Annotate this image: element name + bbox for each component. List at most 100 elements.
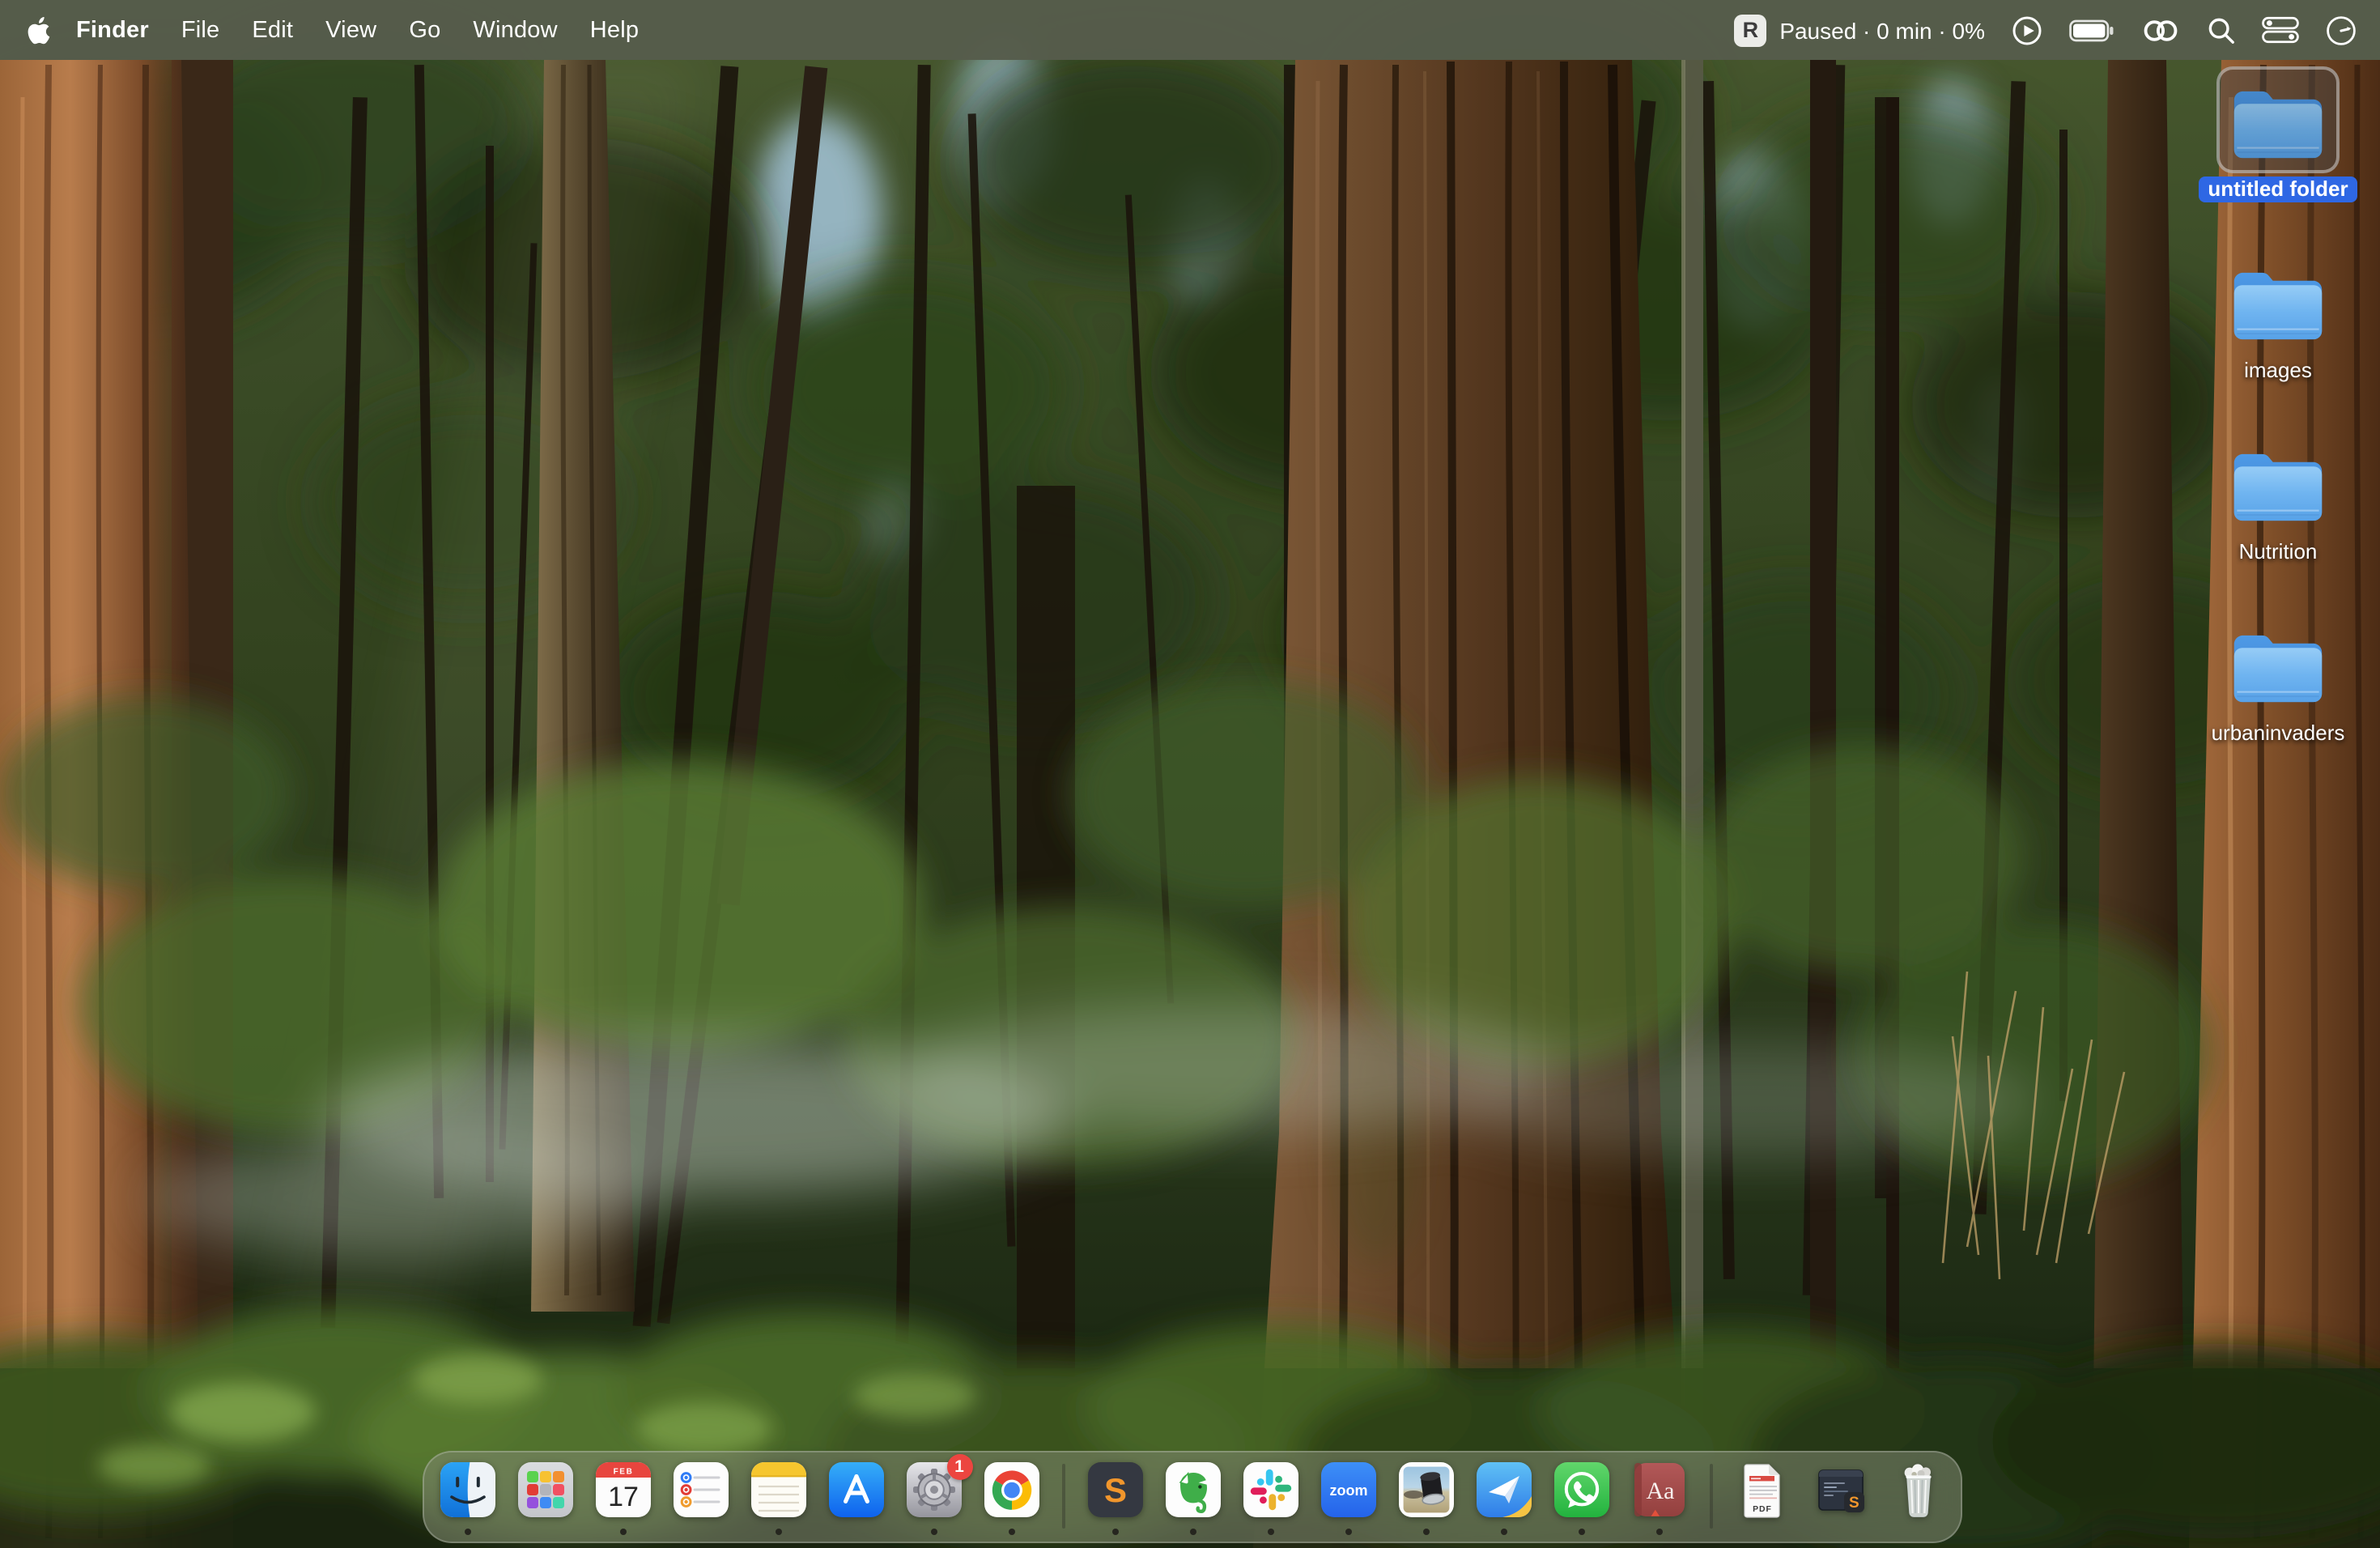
notification-badge: 1 [946,1454,972,1480]
dock-preview[interactable] [1396,1461,1455,1542]
whatsapp-icon [1552,1461,1610,1519]
dock-sublime-minimized-window[interactable]: S [1811,1461,1869,1542]
dock-chrome[interactable] [982,1461,1040,1542]
desktop-icon-column: untitled folder images Nutrition urbanin… [2189,66,2367,792]
sublime-window-icon: S [1811,1461,1869,1519]
slack-icon [1241,1461,1299,1519]
zoom-icon: zoom [1319,1461,1377,1519]
calendar-icon: FEB 17 [593,1461,652,1519]
running-indicator [619,1529,626,1535]
svg-text:zoom: zoom [1329,1482,1367,1499]
dock-pdf-document[interactable]: PDF [1733,1461,1791,1542]
preview-icon [1396,1461,1455,1519]
folder-icon-wrap[interactable] [2216,248,2340,355]
folder-label[interactable]: urbaninvaders [2202,721,2355,746]
time-tracker-status[interactable]: R Paused · 0 min · 0% [1734,14,1985,46]
svg-text:PDF: PDF [1752,1505,1771,1514]
reminders-icon [671,1461,729,1519]
apple-logo-icon [26,15,50,45]
evernote-icon [1163,1461,1222,1519]
dock-finder[interactable] [438,1461,496,1542]
desktop-folder-urbaninvaders[interactable]: urbaninvaders [2189,610,2367,792]
running-indicator [1500,1529,1507,1535]
spark-icon [1474,1461,1532,1519]
battery-icon[interactable] [2069,19,2114,41]
macos-desktop: Finder File Edit View Go Window Help R P… [0,0,2380,1548]
folder-icon [2231,626,2325,702]
menu-window[interactable]: Window [457,17,573,43]
dock-reminders[interactable] [671,1461,729,1542]
dock-separator [1061,1464,1065,1529]
menu-edit[interactable]: Edit [236,17,309,43]
menu-finder[interactable]: Finder [60,17,165,43]
launchpad-icon [516,1461,574,1519]
svg-text:Aa: Aa [1646,1478,1674,1504]
linked-rings-icon[interactable] [2140,15,2181,45]
menu-view[interactable]: View [309,17,393,43]
running-indicator [1422,1529,1429,1535]
dock-notes[interactable] [749,1461,807,1542]
folder-label[interactable]: images [2234,358,2322,384]
folder-icon-wrap[interactable] [2216,429,2340,536]
notes-icon [749,1461,807,1519]
svg-text:17: 17 [607,1482,638,1512]
running-indicator [1111,1529,1118,1535]
menu-file[interactable]: File [165,17,236,43]
apple-menu[interactable] [26,15,50,45]
control-center-icon[interactable] [2262,16,2299,44]
finder-icon [438,1461,496,1519]
app-store-icon [827,1461,885,1519]
svg-text:S: S [1103,1471,1126,1509]
search-icon[interactable] [2207,15,2236,45]
pdf-document-icon: PDF [1733,1461,1791,1519]
running-indicator [775,1529,781,1535]
dock-evernote[interactable] [1163,1461,1222,1542]
desktop-folder-untitled[interactable]: untitled folder [2189,66,2367,248]
dock-dictionary[interactable]: Aa [1630,1461,1688,1542]
svg-text:FEB: FEB [613,1467,633,1476]
menu-help[interactable]: Help [574,17,655,43]
running-indicator [930,1529,937,1535]
dock-app-store[interactable] [827,1461,885,1542]
desktop-folder-nutrition[interactable]: Nutrition [2189,429,2367,610]
menu-bar-status: R Paused · 0 min · 0% [1734,14,2380,46]
folder-icon [2231,444,2325,521]
menu-bar-left: Finder File Edit View Go Window Help [0,15,655,45]
tracker-badge: R [1734,14,1766,46]
tracker-text: Paused · 0 min · 0% [1779,17,1985,43]
folder-icon [2231,263,2325,339]
trash-full-icon [1889,1461,1947,1519]
desktop-wallpaper [0,0,2380,1548]
dock: FEB 17 [423,1451,1962,1543]
folder-icon-selected[interactable] [2216,66,2340,173]
dock-trash[interactable] [1889,1461,1947,1542]
menu-bar: Finder File Edit View Go Window Help R P… [0,0,2380,60]
clock-icon[interactable] [2325,14,2357,46]
running-indicator [464,1529,470,1535]
dock-zoom[interactable]: zoom [1319,1461,1377,1542]
sublime-text-icon: S [1086,1461,1144,1519]
folder-icon-wrap[interactable] [2216,610,2340,717]
running-indicator [1655,1529,1662,1535]
running-indicator [1189,1529,1196,1535]
running-indicator [1345,1529,1351,1535]
dock-slack[interactable] [1241,1461,1299,1542]
menu-go[interactable]: Go [393,17,457,43]
dock-sublime-text[interactable]: S [1086,1461,1144,1542]
running-indicator [1267,1529,1273,1535]
chrome-icon [982,1461,1040,1519]
dock-whatsapp[interactable] [1552,1461,1610,1542]
folder-label[interactable]: untitled folder [2198,176,2357,202]
dock-spark[interactable] [1474,1461,1532,1542]
folder-label[interactable]: Nutrition [2229,539,2327,565]
desktop-folder-images[interactable]: images [2189,248,2367,429]
dock-calendar[interactable]: FEB 17 [593,1461,652,1542]
dock-separator [1709,1464,1712,1529]
dock-system-settings[interactable]: 1 [904,1461,963,1542]
dock-launchpad[interactable] [516,1461,574,1542]
running-indicator [1008,1529,1014,1535]
dictionary-icon: Aa [1630,1461,1688,1519]
play-circle-icon[interactable] [2011,14,2043,46]
svg-text:S: S [1848,1495,1859,1512]
folder-icon [2231,82,2325,158]
